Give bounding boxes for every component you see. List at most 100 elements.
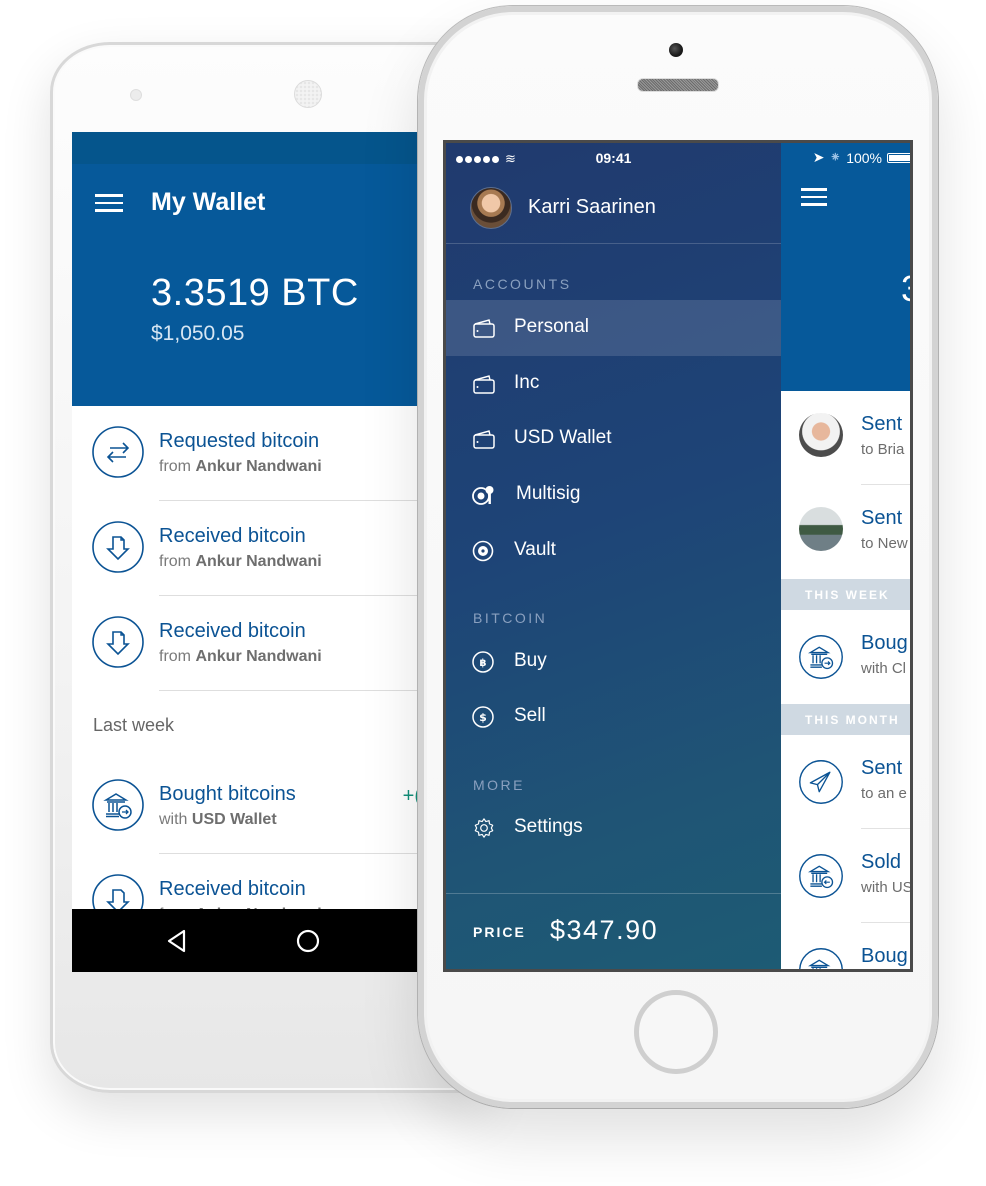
drawer-item-buy[interactable]: ฿ Buy: [446, 634, 781, 690]
transaction-subtitle: from Ankur Nandwani: [159, 458, 322, 475]
bluetooth-icon: ⁕: [829, 149, 842, 165]
drawer-item-label: Buy: [514, 650, 547, 671]
home-circle-icon[interactable]: [296, 929, 320, 953]
transaction-title: Received bitcoin: [159, 525, 306, 547]
android-screen: My Wallet 3.3519 BTC $1,050.05 Requested…: [72, 132, 417, 972]
page-title: My Wallet: [151, 188, 266, 216]
status-right: ➤ ⁕ 100%: [812, 149, 910, 166]
transaction-item[interactable]: Requested bitcoin from Ankur Nandwani: [72, 406, 417, 501]
transaction-item[interactable]: Boug: [781, 923, 910, 969]
dollar-icon: $: [472, 706, 494, 728]
bitcoin-icon: ฿: [472, 651, 494, 673]
transaction-title: Received bitcoin: [159, 878, 306, 900]
transaction-item[interactable]: Bought bitcoins with USD Wallet +(: [72, 759, 417, 854]
request-arrows-icon: [92, 426, 144, 478]
drawer-item-inc[interactable]: Inc: [446, 356, 781, 412]
wallet-icon: [473, 430, 495, 449]
btc-balance: 3.3519 BTC: [151, 272, 359, 314]
wallet-icon: [473, 375, 495, 394]
transaction-item[interactable]: Sent to an e: [781, 735, 910, 829]
multisig-key-icon: [472, 486, 494, 505]
ios-status-bar: ≋ 09:41: [446, 143, 781, 171]
btc-price: $347.90: [550, 915, 659, 945]
transaction-title: Boug: [861, 632, 908, 654]
drawer-item-sell[interactable]: $ Sell: [446, 689, 781, 745]
transaction-subtitle: to Bria: [861, 441, 905, 458]
battery-percent: 100%: [846, 149, 882, 166]
iphone-earpiece-speaker: [637, 78, 719, 92]
bank-buy-icon: [92, 779, 144, 831]
vault-icon: [472, 540, 494, 562]
transaction-subtitle: to New: [861, 535, 908, 552]
bank-sell-icon: [799, 854, 843, 898]
status-time: 09:41: [595, 150, 632, 166]
transaction-subtitle: from Ankur Nandwani: [159, 648, 322, 665]
svg-text:฿: ฿: [480, 658, 487, 669]
transaction-item[interactable]: Received bitcoin from Ankur Nandwani: [72, 596, 417, 691]
divider: [446, 893, 781, 894]
transaction-item[interactable]: Received bitcoin from Ankur Nandwani: [72, 501, 417, 596]
user-avatar: [470, 187, 512, 229]
drawer-item-usd-wallet[interactable]: USD Wallet: [446, 411, 781, 467]
balance-partial: 3: [901, 268, 910, 310]
accounts-heading: ACCOUNTS: [473, 276, 572, 292]
contact-avatar: [799, 507, 843, 551]
android-proximity-sensor: [130, 89, 142, 101]
hamburger-menu-icon[interactable]: [801, 188, 827, 206]
divider: [446, 243, 781, 244]
svg-text:$: $: [479, 711, 487, 724]
wallet-app-behind-drawer: ➤ ⁕ 100% 3 Sent to Bria Sent to New THIS…: [781, 143, 910, 969]
transaction-subtitle: from Ankur Nandwani: [159, 553, 322, 570]
transaction-item[interactable]: Sent to Bria: [781, 391, 910, 485]
back-triangle-icon[interactable]: [164, 928, 190, 954]
user-name: Karri Saarinen: [528, 196, 656, 218]
gear-icon: [474, 818, 494, 838]
location-arrow-icon: ➤: [812, 149, 825, 165]
transaction-list: Requested bitcoin from Ankur Nandwani Re…: [72, 406, 417, 949]
section-label: THIS MONTH: [805, 713, 900, 727]
android-nav-bar: [72, 909, 417, 972]
transaction-title: Sold: [861, 851, 902, 873]
section-header-this-month: THIS MONTH: [781, 704, 910, 735]
price-label: PRICE: [473, 924, 526, 940]
drawer-item-personal[interactable]: Personal: [446, 300, 781, 356]
bitcoin-heading: BITCOIN: [473, 610, 548, 626]
transaction-subtitle: to an e: [861, 785, 907, 802]
section-label: THIS WEEK: [805, 588, 890, 602]
wallet-icon: [473, 319, 495, 338]
receive-download-icon: [92, 616, 144, 668]
section-label: Last week: [93, 715, 175, 735]
drawer-item-vault[interactable]: Vault: [446, 523, 781, 579]
drawer-item-label: Vault: [514, 539, 556, 560]
send-paper-plane-icon: [799, 760, 843, 804]
transaction-item[interactable]: Sent to New: [781, 485, 910, 579]
iphone-front-camera: [669, 43, 683, 57]
section-header-this-week: THIS WEEK: [781, 579, 910, 610]
drawer-item-settings[interactable]: Settings: [446, 800, 781, 856]
transaction-item[interactable]: Sold with US: [781, 829, 910, 923]
battery-icon: [887, 152, 910, 163]
receive-download-icon: [92, 521, 144, 573]
drawer-item-multisig[interactable]: Multisig: [446, 467, 781, 523]
android-earpiece-speaker: [294, 80, 322, 108]
transaction-title: Sent: [861, 413, 903, 435]
transaction-title: Received bitcoin: [159, 620, 306, 642]
more-heading: MORE: [473, 777, 525, 793]
wallet-header: My Wallet 3.3519 BTC $1,050.05: [72, 164, 417, 406]
navigation-drawer: ≋ 09:41 Karri Saarinen ACCOUNTS Personal: [446, 143, 781, 969]
android-status-bar: [72, 132, 417, 164]
transaction-title: Sent: [861, 757, 903, 779]
transaction-subtitle: with Cl: [861, 660, 907, 677]
transaction-item[interactable]: Boug with Cl: [781, 610, 910, 704]
iphone-home-button[interactable]: [634, 990, 718, 1074]
drawer-item-label: Settings: [514, 816, 583, 837]
transaction-title: Sent: [861, 507, 903, 529]
bank-buy-icon: [799, 635, 843, 679]
transaction-amount: +(: [402, 785, 417, 807]
user-profile[interactable]: Karri Saarinen: [446, 183, 781, 245]
drawer-item-label: Inc: [514, 372, 540, 393]
contact-avatar: [799, 413, 843, 457]
iphone-screen: ➤ ⁕ 100% 3 Sent to Bria Sent to New THIS…: [443, 140, 913, 972]
drawer-item-label: Sell: [514, 705, 546, 726]
hamburger-menu-icon[interactable]: [95, 194, 123, 212]
